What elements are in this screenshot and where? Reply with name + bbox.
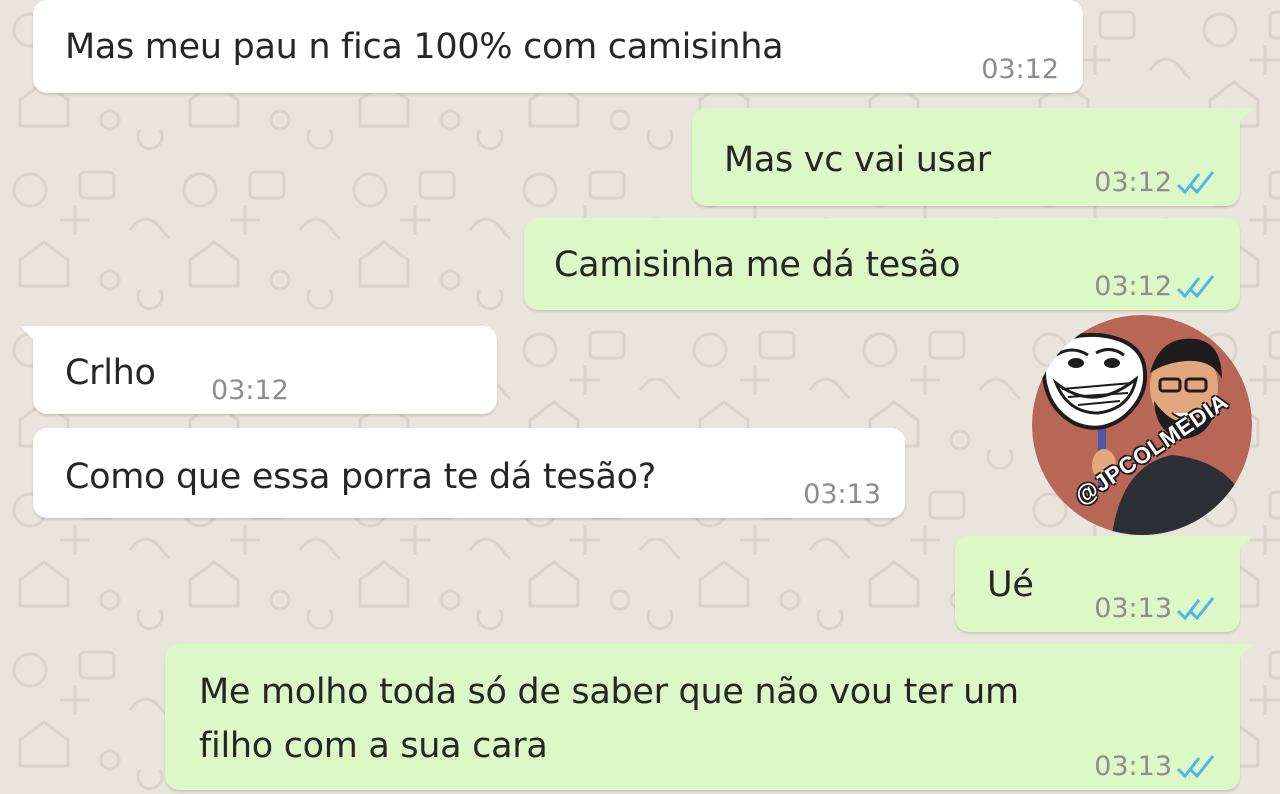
- message-time: 03:12: [981, 54, 1059, 85]
- message-meta: 03:13: [1094, 593, 1216, 624]
- message-meta: 03:12: [1094, 167, 1216, 198]
- message-text-line: Me molho toda só de saber que não vou te…: [199, 672, 1019, 712]
- watermark-badge: [1032, 315, 1252, 535]
- message-meta: 03:12: [211, 375, 289, 406]
- message-text: Crlho: [65, 353, 156, 393]
- bubble-tail-icon: [1229, 108, 1253, 124]
- message-time: 03:13: [803, 479, 881, 510]
- bubble-tail-icon: [1229, 536, 1253, 552]
- message-time: 03:12: [1094, 167, 1172, 198]
- message-meta: 03:13: [803, 479, 881, 510]
- message-time: 03:12: [211, 375, 289, 406]
- message-bubble-outgoing[interactable]: Camisinha me dá tesão 03:12: [524, 218, 1240, 310]
- message-time: 03:13: [1094, 593, 1172, 624]
- double-check-read-icon: [1176, 596, 1215, 620]
- message-bubble-outgoing[interactable]: Ué 03:13: [955, 536, 1253, 632]
- double-check-read-icon: [1176, 170, 1215, 194]
- message-meta: 03:12: [1094, 271, 1216, 302]
- message-text: Mas meu pau n fica 100% com camisinha: [65, 27, 784, 67]
- double-check-read-icon: [1176, 754, 1215, 778]
- message-bubble-outgoing[interactable]: Mas vc vai usar 03:12: [692, 108, 1253, 206]
- bubble-tail-icon: [20, 326, 44, 342]
- bubble-tail-icon: [1229, 644, 1253, 660]
- message-text: Mas vc vai usar: [724, 140, 991, 180]
- double-check-read-icon: [1176, 274, 1215, 298]
- message-bubble-outgoing[interactable]: Me molho toda só de saber que não vou te…: [165, 644, 1253, 790]
- message-text: Camisinha me dá tesão: [554, 245, 961, 285]
- message-text: Como que essa porra te dá tesão?: [65, 457, 656, 497]
- message-text: Ué: [987, 565, 1034, 605]
- message-meta: 03:13: [1094, 751, 1216, 782]
- message-time: 03:12: [1094, 271, 1172, 302]
- message-text-line: filho com a sua cara: [199, 726, 548, 766]
- message-bubble-incoming[interactable]: Como que essa porra te dá tesão? 03:13: [33, 428, 905, 518]
- trollface-avatar-icon: [1032, 315, 1252, 535]
- message-bubble-incoming[interactable]: Mas meu pau n fica 100% com camisinha 03…: [33, 0, 1083, 93]
- message-bubble-incoming[interactable]: Crlho 03:12: [20, 326, 497, 414]
- message-meta: 03:12: [981, 54, 1059, 85]
- message-time: 03:13: [1094, 751, 1172, 782]
